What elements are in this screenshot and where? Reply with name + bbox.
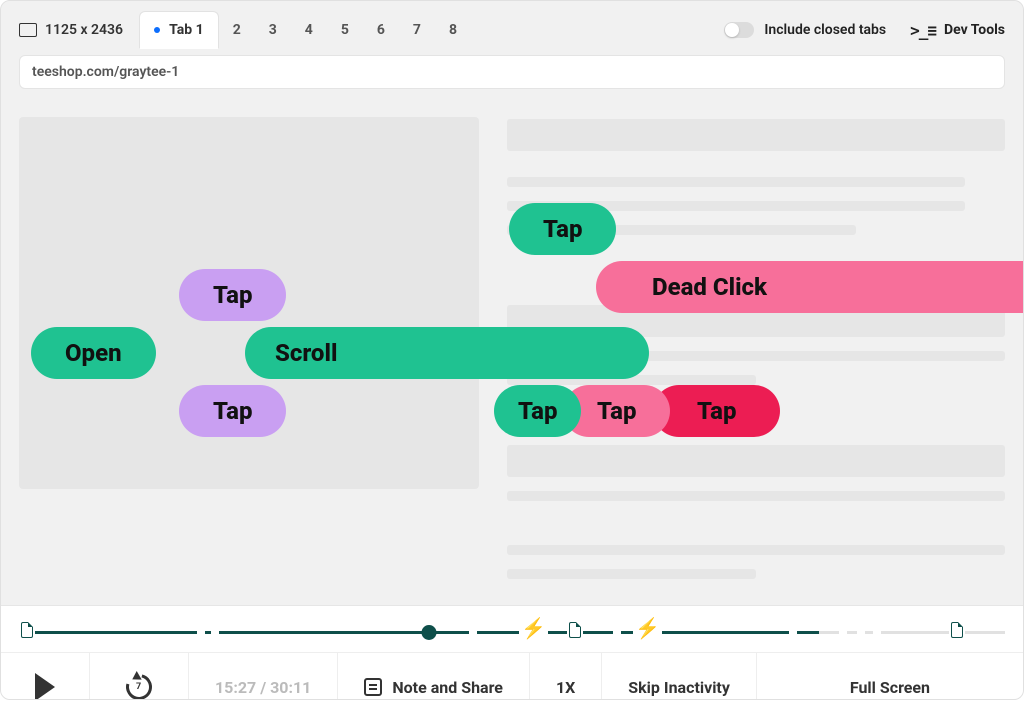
tab-4[interactable]: 4 [291,12,327,48]
replay-icon: 7 [121,669,157,700]
fullscreen-button[interactable]: Full Screen [757,653,1023,700]
event-tap[interactable]: Tap [179,269,286,321]
toggle-switch-icon[interactable] [724,22,754,38]
skeleton-line [507,491,1005,501]
play-icon [35,673,55,700]
replay-button[interactable]: 7 [90,653,189,700]
event-tap[interactable]: Tap [509,203,616,255]
include-closed-toggle[interactable]: Include closed tabs [724,22,886,38]
playback-controls: 7 15:27 / 30:11 Note and Share 1X Skip I… [1,652,1023,700]
speed-button[interactable]: 1X [530,653,602,700]
skeleton-line [507,569,756,579]
tab-strip: Tab 1 2 3 4 5 6 7 8 [139,11,471,49]
page-icon [949,622,965,643]
event-tap[interactable]: Tap [494,385,581,437]
devtools-button[interactable]: >_≡ Dev Tools [910,21,1005,40]
note-share-button[interactable]: Note and Share [338,653,530,700]
tab-1[interactable]: Tab 1 [139,11,219,49]
devtools-icon: >_≡ [910,21,936,40]
toolbar: 1125 x 2436 Tab 1 2 3 4 5 6 7 8 Include … [1,1,1023,55]
page-icon [567,622,583,643]
playhead[interactable] [422,625,437,640]
screen-icon [19,23,37,37]
tab-6[interactable]: 6 [363,12,399,48]
tab-3[interactable]: 3 [255,12,291,48]
timeline-track[interactable]: ⚡ ⚡ [19,616,1005,652]
page-icon [19,622,35,643]
session-replay-frame: 1125 x 2436 Tab 1 2 3 4 5 6 7 8 Include … [0,0,1024,700]
timeline-section: ⚡ ⚡ 7 15:27 / 30:11 Not [1,605,1023,700]
play-button[interactable] [1,653,90,700]
url-text: teeshop.com/graytee-1 [32,64,179,80]
url-bar[interactable]: teeshop.com/graytee-1 [19,55,1005,89]
skeleton-line [507,119,1005,151]
tab-5[interactable]: 5 [327,12,363,48]
event-tap[interactable]: Tap [653,385,780,437]
active-dot-icon [154,27,160,33]
time-counter: 15:27 / 30:11 [189,653,338,700]
event-scroll[interactable]: Scroll [245,327,649,379]
include-closed-label: Include closed tabs [764,22,886,38]
event-tap[interactable]: Tap [179,385,286,437]
viewport-dimensions: 1125 x 2436 [45,22,123,38]
viewport-size: 1125 x 2436 [19,22,123,38]
note-icon [364,678,382,696]
event-open[interactable]: Open [31,327,156,379]
skeleton-line [507,445,1005,477]
skeleton-line [507,545,1005,555]
skeleton-line [507,177,965,187]
tab-label: Tab 1 [169,22,204,38]
tab-7[interactable]: 7 [399,12,435,48]
skip-inactivity-button[interactable]: Skip Inactivity [602,653,757,700]
lightning-icon: ⚡ [519,620,548,636]
lightning-icon: ⚡ [633,620,662,636]
devtools-label: Dev Tools [944,22,1005,38]
replay-canvas: Tap Tap Dead Click Open Scroll Tap Tap T… [1,99,1023,605]
tab-8[interactable]: 8 [435,12,471,48]
event-dead-click[interactable]: Dead Click [596,261,1024,313]
tab-2[interactable]: 2 [219,12,255,48]
